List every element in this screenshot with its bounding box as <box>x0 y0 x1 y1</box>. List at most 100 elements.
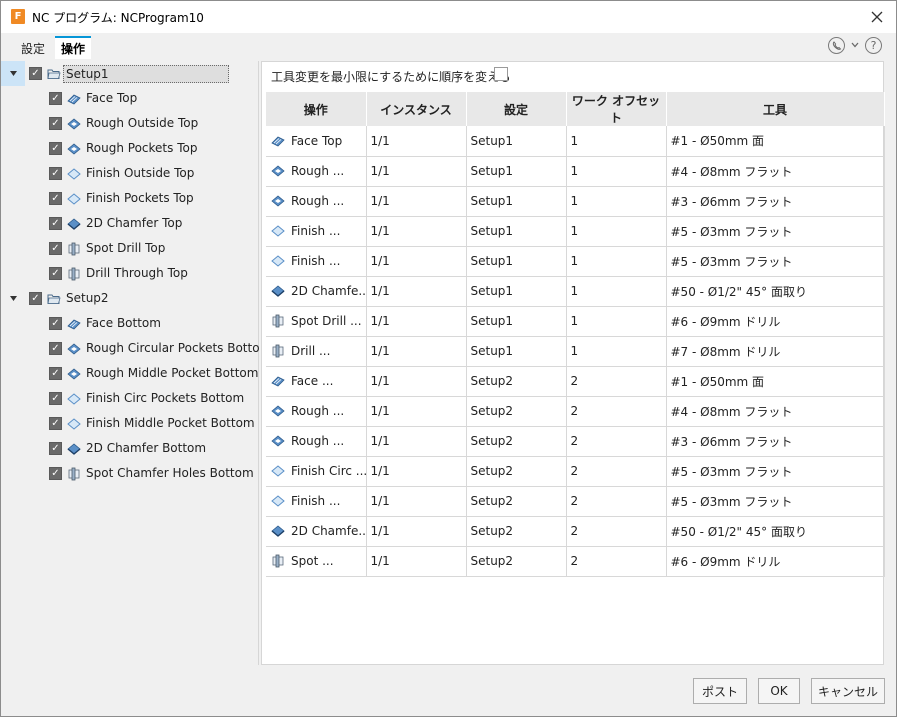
tree-op[interactable]: ✓ Finish Middle Pocket Bottom <box>1 411 259 436</box>
finish-icon <box>271 495 285 507</box>
table-row[interactable]: Finish ... 1/1 Setup1 1 #5 - Ø3mm フラット <box>266 246 885 277</box>
chevron-down-icon[interactable] <box>851 40 859 51</box>
op-checkbox[interactable]: ✓ <box>49 142 62 155</box>
cell-operation-text: Rough ... <box>291 193 345 208</box>
table-row[interactable]: 2D Chamfe... 1/1 Setup2 2 #50 - Ø1/2" 45° 面取… <box>266 516 885 547</box>
expand-arrow-icon[interactable] <box>9 294 17 302</box>
tree-op[interactable]: ✓ Face Bottom <box>1 311 259 336</box>
cell-tool: #3 - Ø6mm フラット <box>666 426 885 457</box>
help-icon[interactable]: ? <box>865 37 882 54</box>
cell-work-offset: 1 <box>566 276 667 307</box>
cell-operation: Drill ... <box>266 336 367 367</box>
tree-op[interactable]: ✓ Finish Circ Pockets Bottom <box>1 386 259 411</box>
tree-op[interactable]: ✓ Finish Pockets Top <box>1 186 259 211</box>
rough-icon <box>271 165 285 177</box>
tree-op[interactable]: ✓ Rough Pockets Top <box>1 136 259 161</box>
op-checkbox[interactable]: ✓ <box>49 192 62 205</box>
tree-op[interactable]: ✓ 2D Chamfer Bottom <box>1 436 259 461</box>
op-checkbox[interactable]: ✓ <box>49 392 62 405</box>
close-button[interactable] <box>864 5 890 29</box>
tree-op[interactable]: ✓ Drill Through Top <box>1 261 259 286</box>
table-row[interactable]: Drill ... 1/1 Setup1 1 #7 - Ø8mm ドリル <box>266 336 885 367</box>
reorder-checkbox[interactable] <box>494 67 508 81</box>
op-checkbox[interactable]: ✓ <box>49 417 62 430</box>
cell-work-offset: 2 <box>566 366 667 397</box>
op-checkbox[interactable]: ✓ <box>49 117 62 130</box>
table-row[interactable]: Finish Circ ... 1/1 Setup2 2 #5 - Ø3mm フラット <box>266 456 885 487</box>
tree-op[interactable]: ✓ Finish Outside Top <box>1 161 259 186</box>
col-header-operation[interactable]: 操作 <box>266 92 367 126</box>
post-button[interactable]: ポスト <box>693 678 747 704</box>
op-checkbox[interactable]: ✓ <box>49 467 62 480</box>
op-checkbox[interactable]: ✓ <box>49 342 62 355</box>
cancel-button[interactable]: キャンセル <box>811 678 885 704</box>
rough-icon <box>271 405 285 417</box>
op-checkbox[interactable]: ✓ <box>49 367 62 380</box>
op-label: Spot Drill Top <box>86 241 166 255</box>
col-header-instance[interactable]: インスタンス <box>366 92 467 126</box>
cell-work-offset: 1 <box>566 336 667 367</box>
op-checkbox[interactable]: ✓ <box>49 242 62 255</box>
col-header-work-offset[interactable]: ワーク オフセット <box>566 92 667 126</box>
phone-icon[interactable] <box>828 37 845 54</box>
ok-button[interactable]: OK <box>758 678 800 704</box>
op-label: Rough Pockets Top <box>86 141 198 155</box>
drill-icon <box>272 314 284 328</box>
setup-1-label: Setup1 <box>63 65 229 83</box>
op-label: Drill Through Top <box>86 266 188 280</box>
tree-setup-2[interactable]: ✓ Setup2 <box>1 286 259 311</box>
cell-setup: Setup2 <box>466 426 567 457</box>
table-row[interactable]: Spot Drill ... 1/1 Setup1 1 #6 - Ø9mm ドリル <box>266 306 885 337</box>
tree-op[interactable]: ✓ Spot Drill Top <box>1 236 259 261</box>
op-label: Finish Pockets Top <box>86 191 194 205</box>
tree-op[interactable]: ✓ Rough Middle Pocket Bottom <box>1 361 259 386</box>
cell-operation: Finish Circ ... <box>266 456 367 487</box>
rough-icon <box>67 343 81 355</box>
help-area: ? <box>828 37 882 54</box>
cell-operation: Rough ... <box>266 426 367 457</box>
table-row[interactable]: Rough ... 1/1 Setup1 1 #3 - Ø6mm フラット <box>266 186 885 217</box>
op-label: Rough Middle Pocket Bottom <box>86 366 259 380</box>
cell-work-offset: 1 <box>566 216 667 247</box>
op-checkbox[interactable]: ✓ <box>49 92 62 105</box>
tab-settings[interactable]: 設定 <box>15 38 51 58</box>
col-header-setup[interactable]: 設定 <box>466 92 567 126</box>
tree-op[interactable]: ✓ 2D Chamfer Top <box>1 211 259 236</box>
cell-setup: Setup1 <box>466 126 567 157</box>
setup-1-checkbox[interactable]: ✓ <box>29 67 42 80</box>
table-row[interactable]: Rough ... 1/1 Setup1 1 #4 - Ø8mm フラット <box>266 156 885 187</box>
cell-instance: 1/1 <box>366 126 467 157</box>
tree-op[interactable]: ✓ Spot Chamfer Holes Bottom <box>1 461 259 486</box>
cell-setup: Setup1 <box>466 186 567 217</box>
tree-setup-1[interactable]: ✓ Setup1 <box>1 61 259 86</box>
table-row[interactable]: Spot ... 1/1 Setup2 2 #6 - Ø9mm ドリル <box>266 546 885 577</box>
tree-op[interactable]: ✓ Rough Circular Pockets Botto <box>1 336 260 361</box>
table-row[interactable]: Finish ... 1/1 Setup2 2 #5 - Ø3mm フラット <box>266 486 885 517</box>
tree-op[interactable]: ✓ Face Top <box>1 86 259 111</box>
table-row[interactable]: Rough ... 1/1 Setup2 2 #3 - Ø6mm フラット <box>266 426 885 457</box>
op-checkbox[interactable]: ✓ <box>49 167 62 180</box>
drill-icon <box>68 267 80 281</box>
close-icon <box>871 11 883 23</box>
cell-operation: Rough ... <box>266 186 367 217</box>
cell-tool: #3 - Ø6mm フラット <box>666 186 885 217</box>
setup-2-checkbox[interactable]: ✓ <box>29 292 42 305</box>
table-row[interactable]: 2D Chamfe... 1/1 Setup1 1 #50 - Ø1/2" 45° 面取… <box>266 276 885 307</box>
tab-operations[interactable]: 操作 <box>55 36 92 59</box>
expand-arrow-icon[interactable] <box>9 69 17 77</box>
table-row[interactable]: Rough ... 1/1 Setup2 2 #4 - Ø8mm フラット <box>266 396 885 427</box>
col-header-tool[interactable]: 工具 <box>666 92 885 126</box>
face-icon <box>271 136 285 147</box>
op-checkbox[interactable]: ✓ <box>49 217 62 230</box>
table-header-row: 操作 インスタンス 設定 ワーク オフセット 工具 <box>266 92 885 126</box>
cell-tool: #5 - Ø3mm フラット <box>666 486 885 517</box>
op-checkbox[interactable]: ✓ <box>49 267 62 280</box>
table-row[interactable]: Finish ... 1/1 Setup1 1 #5 - Ø3mm フラット <box>266 216 885 247</box>
op-checkbox[interactable]: ✓ <box>49 317 62 330</box>
op-checkbox[interactable]: ✓ <box>49 442 62 455</box>
table-row[interactable]: Face ... 1/1 Setup2 2 #1 - Ø50mm 面 <box>266 366 885 397</box>
cell-setup: Setup1 <box>466 276 567 307</box>
table-row[interactable]: Face Top 1/1 Setup1 1 #1 - Ø50mm 面 <box>266 126 885 157</box>
tree-op[interactable]: ✓ Rough Outside Top <box>1 111 259 136</box>
cell-instance: 1/1 <box>366 486 467 517</box>
